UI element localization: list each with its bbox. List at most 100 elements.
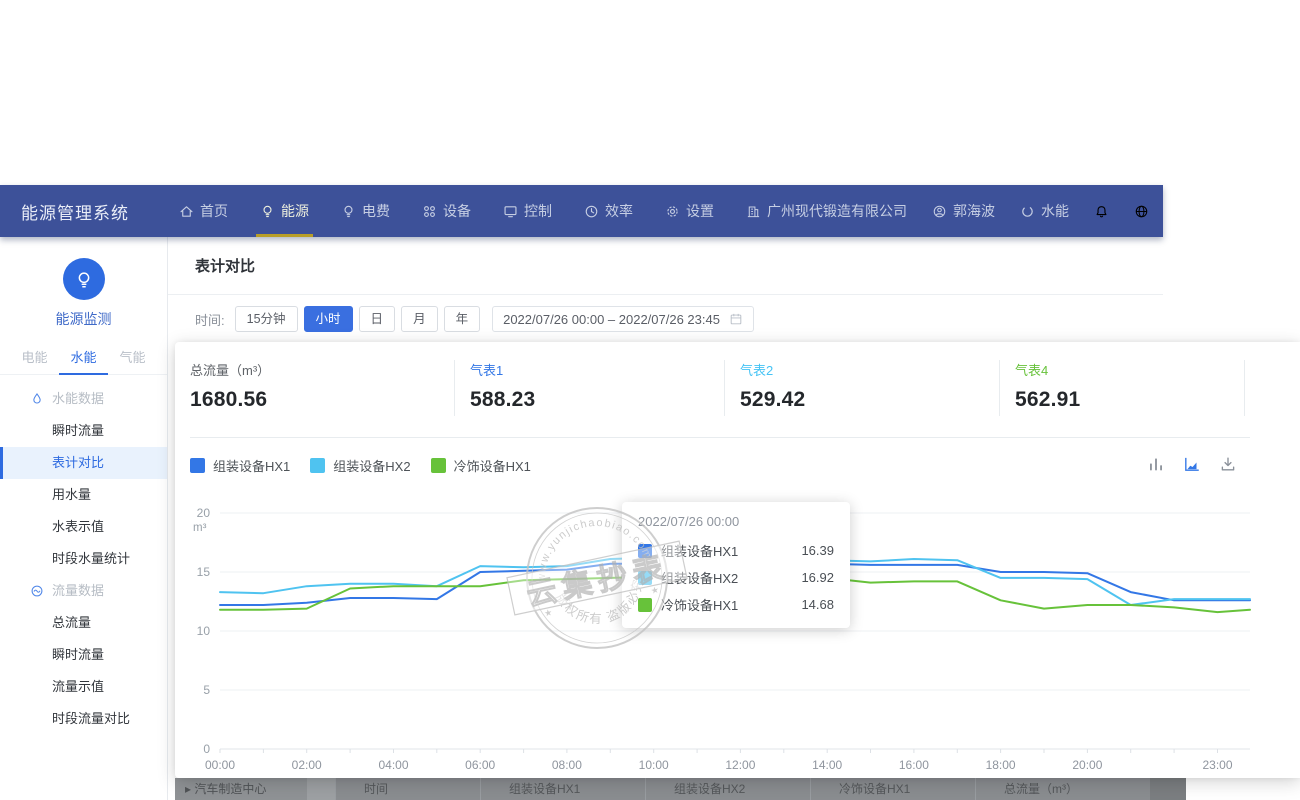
nav-item-能源[interactable]: 能源 [260,185,309,237]
area-chart-icon[interactable] [1183,455,1201,473]
download-icon[interactable] [1219,455,1237,473]
nav-item-控制[interactable]: 控制 [503,185,552,237]
energy-mode-selector[interactable]: 水能 [1020,201,1069,221]
globe-icon[interactable] [1134,204,1149,219]
tooltip-swatch [638,571,652,585]
sidebar-item-表计对比[interactable]: 表计对比 [0,447,167,479]
tooltip-row: 组装设备HX116.39 [638,537,834,564]
screen: 能源管理系统 首页能源电费设备控制效率设置 广州现代锻造有限公司 郭海波 水能 … [0,0,1300,800]
granularity-15分钟[interactable]: 15分钟 [235,306,298,332]
granularity-日[interactable]: 日 [359,306,396,332]
svg-text:10: 10 [197,624,211,638]
wave-icon [30,584,44,598]
tooltip-row: 组装设备HX216.92 [638,564,834,591]
tooltip-series-value: 14.68 [801,597,834,612]
tab-气能[interactable]: 气能 [108,341,157,374]
tooltip-swatch [638,598,652,612]
tooltip-title: 2022/07/26 00:00 [638,514,834,529]
legend-label: 组装设备HX2 [333,456,410,475]
grid-icon [422,204,437,219]
date-range-picker[interactable]: 2022/07/26 00:00 – 2022/07/26 23:45 [492,306,754,332]
company-name: 广州现代锻造有限公司 [767,201,907,221]
tooltip-series-value: 16.39 [801,543,834,558]
tab-电能[interactable]: 电能 [10,341,59,374]
stat-label: 总流量（m³） [190,360,455,379]
bell-icon[interactable] [1094,204,1109,219]
svg-text:06:00: 06:00 [465,758,495,772]
legend-item-组装设备HX2[interactable]: 组装设备HX2 [310,456,410,475]
company-selector[interactable]: 广州现代锻造有限公司 [746,201,907,221]
energy-mode-label: 水能 [1041,201,1069,221]
granularity-buttons: 15分钟小时日月年 [235,306,486,332]
sidebar-item-用水量[interactable]: 用水量 [0,479,167,511]
gear-icon [665,204,680,219]
chart-toolbox [1147,455,1237,473]
chart-tooltip: 2022/07/26 00:00 组装设备HX116.39组装设备HX216.9… [622,502,850,628]
sidebar-item-时段水量统计[interactable]: 时段水量统计 [0,543,167,575]
sidebar-item-label: 瞬时流量 [52,647,104,662]
svg-text:18:00: 18:00 [986,758,1016,772]
svg-text:00:00: 00:00 [205,758,235,772]
sidebar-item-label: 流量数据 [52,583,104,598]
user-menu[interactable]: 郭海波 [932,201,995,221]
tree-node-factory[interactable]: ▸ 汽车制造中心 [175,778,307,800]
stat-气表1: 气表1588.23 [455,342,725,437]
legend-swatch [190,458,205,473]
sidebar-item-label: 流量示值 [52,679,104,694]
date-range-value: 2022/07/26 00:00 – 2022/07/26 23:45 [503,312,720,327]
sidebar-header: 能源监测 [0,237,167,329]
page-title: 表计对比 [195,255,255,276]
nav-item-效率[interactable]: 效率 [584,185,633,237]
energy-type-tabs: 电能水能气能 [0,341,167,375]
table-header-组装设备HX2: 组装设备HX2 [645,778,810,800]
sidebar-item-水表示值[interactable]: 水表示值 [0,511,167,543]
energy-monitor-icon [63,258,105,300]
nav-item-label: 首页 [200,201,228,221]
background-table-strip: ▸ 汽车制造中心时间组装设备HX1组装设备HX2冷饰设备HX1总流量（m³） [175,778,1186,800]
stats-row: 总流量（m³）1680.56气表1588.23气表2529.42气表4562.9… [175,342,1300,437]
granularity-月[interactable]: 月 [401,306,438,332]
stat-value: 1680.56 [190,388,455,412]
legend-item-组装设备HX1[interactable]: 组装设备HX1 [190,456,290,475]
svg-text:16:00: 16:00 [899,758,929,772]
main-nav: 首页 能源电费 设备 控制 效率设置 [179,185,746,237]
sidebar-item-瞬时流量[interactable]: 瞬时流量 [0,415,167,447]
meter-comparison-card: 总流量（m³）1680.56气表1588.23气表2529.42气表4562.9… [175,342,1300,778]
nav-item-label: 设备 [443,201,471,221]
nav-item-设备[interactable]: 设备 [422,185,471,237]
svg-text:0: 0 [203,742,210,756]
nav-item-首页[interactable]: 首页 [179,185,228,237]
top-navbar: 能源管理系统 首页 能源电费 设备 控制 效率设置 广州现代锻造有限公司 郭海波 水能 [0,185,1163,237]
building-icon [746,204,761,219]
sidebar-item-总流量[interactable]: 总流量 [0,607,167,639]
time-filter-label: 时间: [195,310,225,329]
svg-text:15: 15 [197,565,211,579]
sidebar-item-瞬时流量[interactable]: 瞬时流量 [0,639,167,671]
nav-item-label: 控制 [524,201,552,221]
sidebar: 能源监测 电能水能气能 水能数据瞬时流量表计对比用水量水表示值时段水量统计流量数… [0,237,168,800]
sidebar-item-label: 总流量 [52,615,91,630]
sidebar-item-label: 瞬时流量 [52,423,104,438]
app-title: 能源管理系统 [0,199,129,224]
stat-气表4: 气表4562.91 [1000,342,1245,437]
sidebar-item-流量数据[interactable]: 流量数据 [0,575,167,607]
svg-text:04:00: 04:00 [378,758,408,772]
legend-item-冷饰设备HX1[interactable]: 冷饰设备HX1 [431,456,531,475]
legend-label: 冷饰设备HX1 [454,456,531,475]
sidebar-item-水能数据[interactable]: 水能数据 [0,383,167,415]
svg-text:08:00: 08:00 [552,758,582,772]
tooltip-row: 冷饰设备HX114.68 [638,591,834,618]
granularity-年[interactable]: 年 [444,306,481,332]
svg-text:5: 5 [203,683,210,697]
svg-text:12:00: 12:00 [725,758,755,772]
sidebar-item-流量示值[interactable]: 流量示值 [0,671,167,703]
tab-水能[interactable]: 水能 [59,341,108,375]
sidebar-menu: 水能数据瞬时流量表计对比用水量水表示值时段水量统计流量数据总流量瞬时流量流量示值… [0,375,167,735]
svg-text:02:00: 02:00 [292,758,322,772]
granularity-小时[interactable]: 小时 [304,306,353,332]
sidebar-item-时段流量对比[interactable]: 时段流量对比 [0,703,167,735]
nav-item-设置[interactable]: 设置 [665,185,714,237]
bar-chart-icon[interactable] [1147,455,1165,473]
bulb-icon [341,204,356,219]
nav-item-电费[interactable]: 电费 [341,185,390,237]
